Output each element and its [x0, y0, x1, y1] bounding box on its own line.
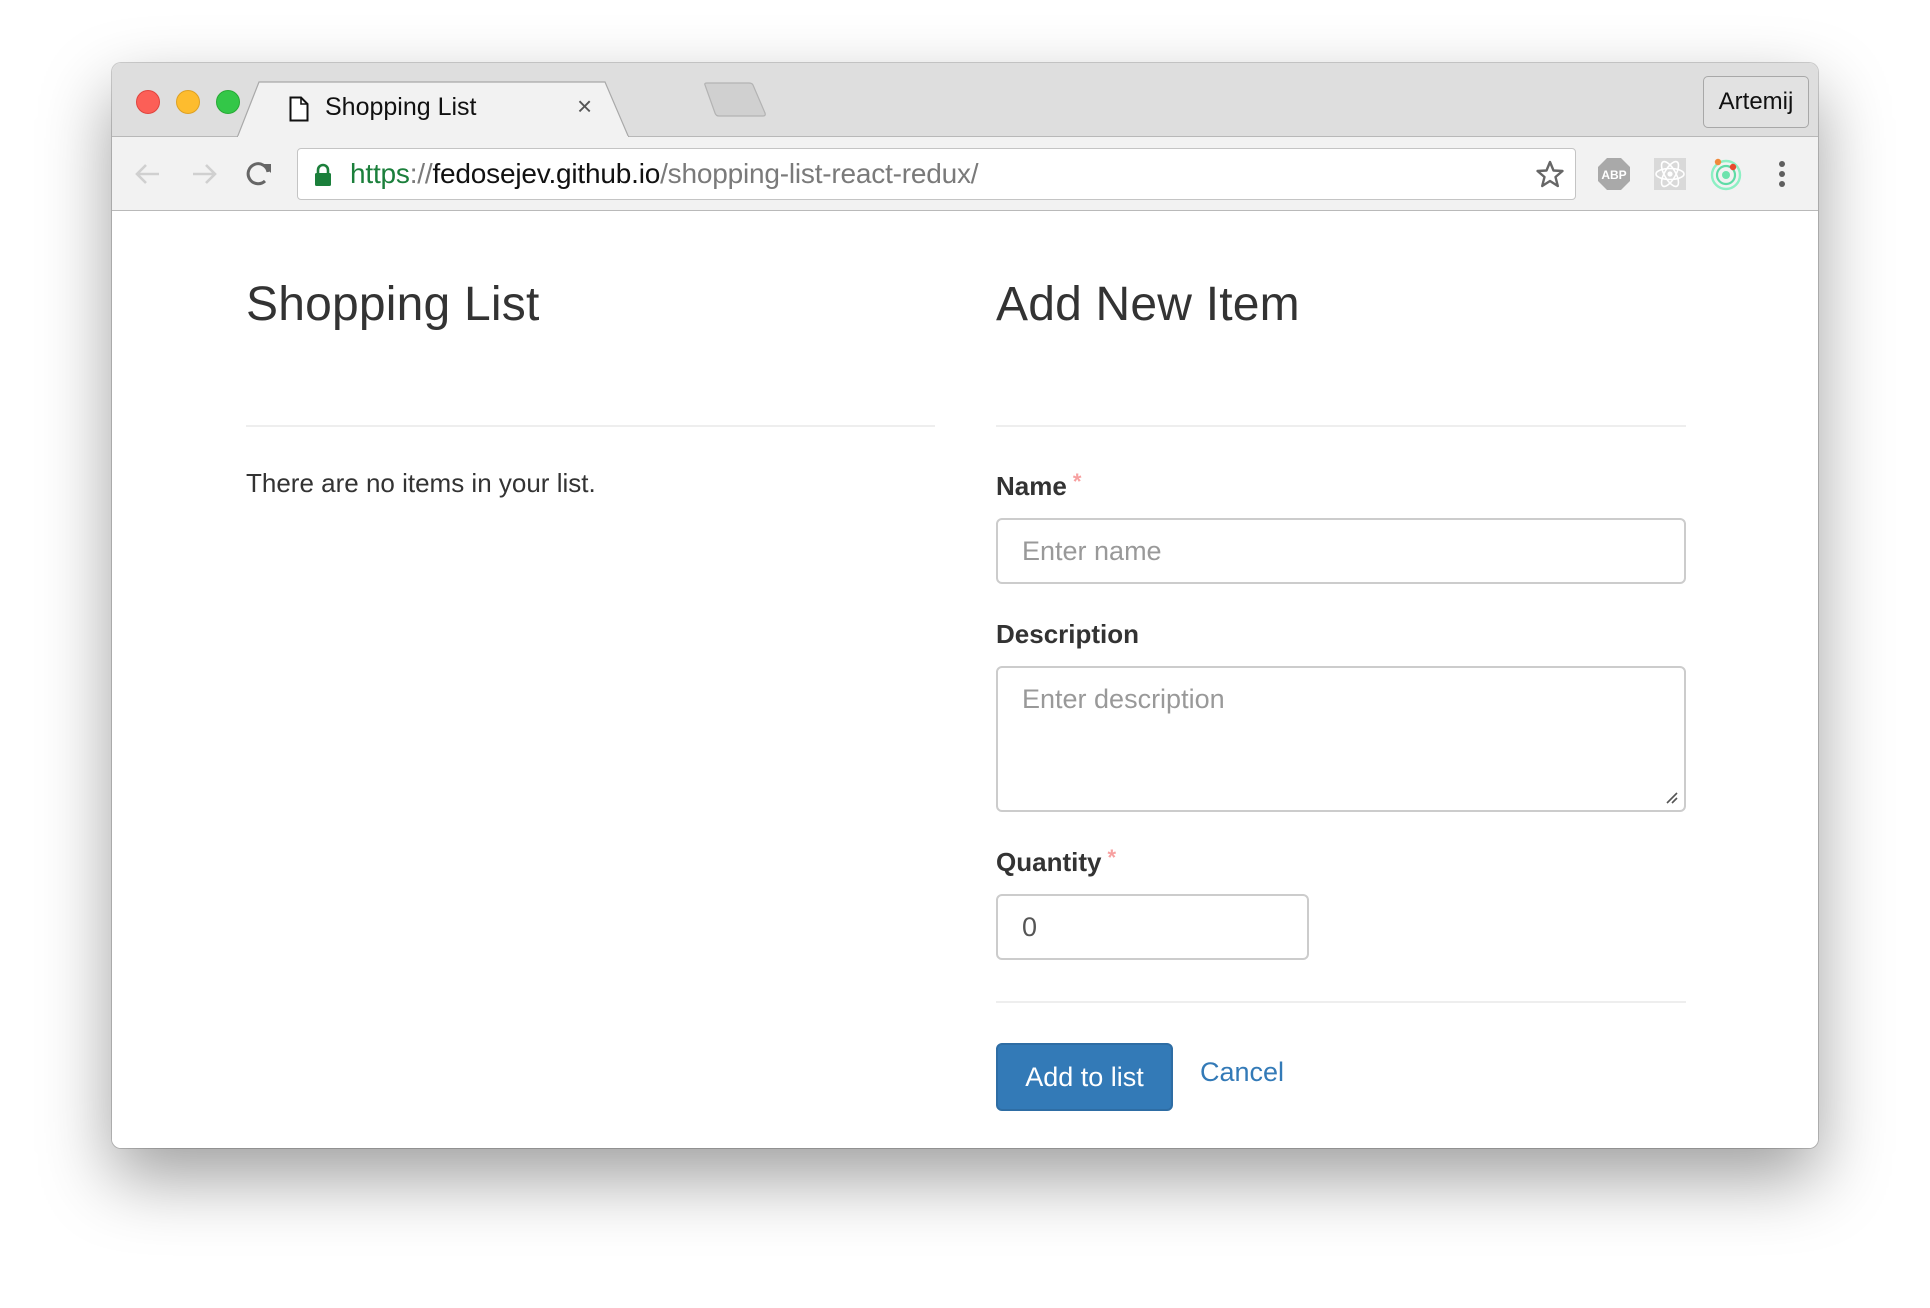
shopping-list-title: Shopping List	[246, 278, 540, 331]
add-item-title: Add New Item	[996, 278, 1300, 331]
menu-dots-icon[interactable]	[1765, 157, 1799, 191]
description-label: Description	[996, 619, 1140, 649]
form-divider	[996, 1001, 1686, 1003]
tab-bar: Shopping List × Artemij	[112, 63, 1818, 138]
name-label-text: Name	[996, 471, 1067, 501]
url-separator: ://	[409, 158, 433, 189]
orbit-extension-icon[interactable]	[1709, 157, 1743, 191]
quantity-label-text: Quantity	[996, 847, 1102, 877]
profile-button[interactable]: Artemij	[1703, 76, 1809, 128]
resize-handle-icon[interactable]	[1664, 790, 1678, 804]
quantity-label: Quantity *	[996, 845, 1117, 878]
required-marker: *	[1072, 469, 1082, 494]
name-input[interactable]	[996, 518, 1686, 584]
add-to-list-button[interactable]: Add to list	[996, 1043, 1173, 1111]
empty-list-message: There are no items in your list.	[246, 468, 596, 498]
title-divider	[246, 425, 935, 427]
tab-title: Shopping List	[325, 93, 477, 121]
back-arrow-icon[interactable]	[132, 158, 164, 190]
reload-icon[interactable]	[243, 158, 275, 190]
tab-shopping-list[interactable]: Shopping List ×	[237, 81, 630, 138]
svg-text:ABP: ABP	[1601, 168, 1626, 182]
title-divider	[996, 425, 1686, 427]
bookmark-star-icon[interactable]	[1535, 159, 1565, 189]
document-icon	[289, 96, 309, 122]
url-path: /shopping-list-react-redux/	[660, 158, 979, 189]
quantity-input[interactable]	[996, 894, 1309, 960]
url-text[interactable]: https://fedosejev.github.io/shopping-lis…	[350, 158, 979, 190]
forward-arrow-icon[interactable]	[188, 158, 220, 190]
lock-icon	[315, 163, 331, 186]
browser-toolbar: https://fedosejev.github.io/shopping-lis…	[112, 137, 1818, 211]
name-label: Name *	[996, 469, 1082, 502]
cancel-link[interactable]: Cancel	[1200, 1057, 1284, 1088]
browser-window: Shopping List × Artemij https://fedoseje…	[112, 63, 1818, 1148]
new-tab-button[interactable]	[703, 82, 769, 118]
required-marker: *	[1107, 845, 1117, 870]
page-content: Shopping List There are no items in your…	[112, 211, 1818, 1148]
adblock-plus-icon[interactable]: ABP	[1597, 157, 1631, 191]
close-window-button[interactable]	[136, 90, 160, 114]
address-bar[interactable]: https://fedosejev.github.io/shopping-lis…	[297, 148, 1576, 200]
close-tab-icon[interactable]: ×	[577, 93, 592, 119]
description-textarea[interactable]	[996, 666, 1686, 812]
url-host: fedosejev.github.io	[432, 158, 661, 189]
minimize-window-button[interactable]	[176, 90, 200, 114]
url-scheme: https	[350, 158, 410, 189]
description-field	[996, 666, 1686, 812]
react-devtools-icon[interactable]	[1653, 157, 1687, 191]
